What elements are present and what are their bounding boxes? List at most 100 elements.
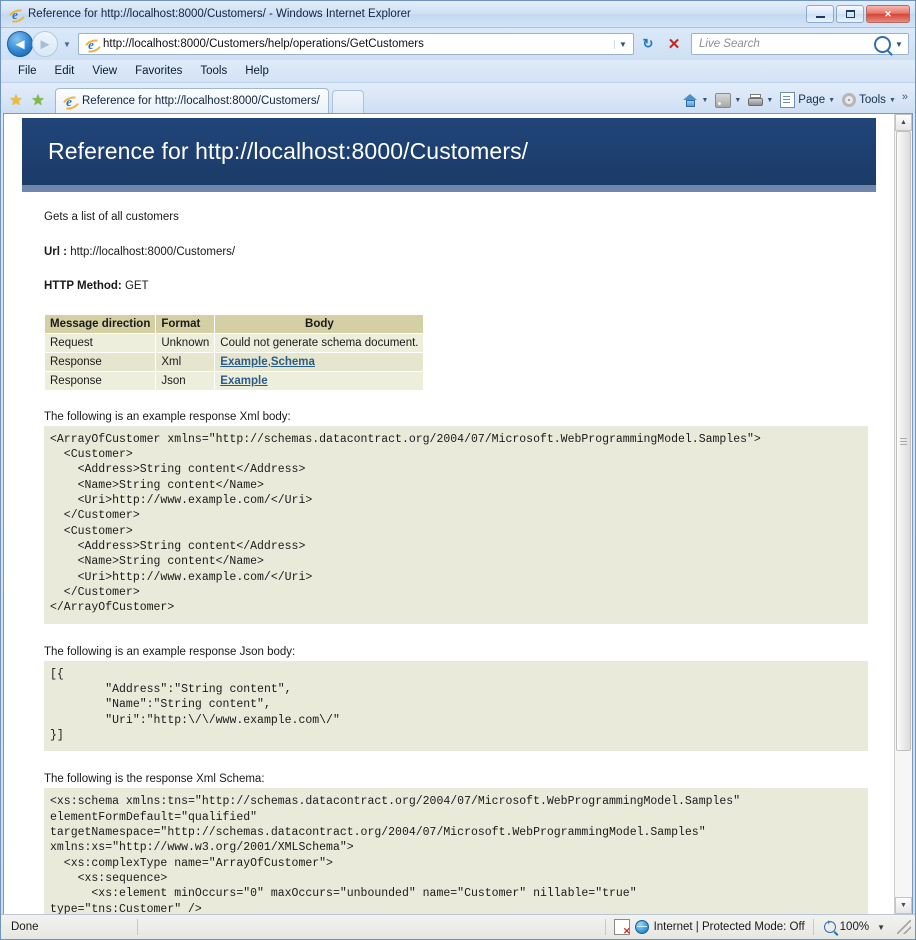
- window-title: Reference for http://localhost:8000/Cust…: [28, 8, 806, 20]
- chevron-down-icon[interactable]: ▼: [701, 97, 708, 104]
- search-icon[interactable]: [874, 36, 891, 53]
- cell-direction: Response: [45, 352, 156, 371]
- cell-body: Example: [215, 371, 424, 390]
- column-header-body: Body: [215, 314, 424, 333]
- table-row: Request Unknown Could not generate schem…: [45, 333, 424, 352]
- toolbar-overflow-icon[interactable]: »: [900, 91, 911, 109]
- window-controls: ✕: [806, 5, 913, 23]
- url-value: http://localhost:8000/Customers/: [70, 246, 235, 258]
- zoom-control[interactable]: 100% ▼: [814, 921, 893, 933]
- home-button[interactable]: ▼: [680, 92, 711, 109]
- cell-format: Xml: [156, 352, 215, 371]
- ie-logo-icon: e: [7, 6, 23, 22]
- xml-example-code-block: <ArrayOfCustomer xmlns="http://schemas.d…: [44, 426, 868, 624]
- resize-grip-icon[interactable]: [897, 920, 911, 934]
- tab-bar: ★ ★ e Reference for http://localhost:800…: [1, 83, 915, 113]
- status-text: Done: [5, 921, 137, 933]
- chevron-down-icon[interactable]: ▼: [766, 97, 773, 104]
- menu-item-favorites[interactable]: Favorites: [126, 62, 191, 80]
- minimize-button[interactable]: [806, 5, 834, 23]
- search-input[interactable]: Live Search: [695, 38, 874, 50]
- xml-schema-code-block: <xs:schema xmlns:tns="http://schemas.dat…: [44, 788, 868, 914]
- address-input[interactable]: http://localhost:8000/Customers/help/ope…: [103, 38, 614, 50]
- table-row: Response Xml Example,Schema: [45, 352, 424, 371]
- history-dropdown-icon[interactable]: ▼: [60, 40, 74, 49]
- star-icon: ★: [9, 93, 22, 108]
- stop-button[interactable]: ✕: [662, 33, 686, 55]
- cell-format: Json: [156, 371, 215, 390]
- menu-item-file[interactable]: File: [9, 62, 46, 80]
- security-zone-indicator[interactable]: Internet | Protected Mode: Off: [606, 919, 813, 935]
- page-viewport: Reference for http://localhost:8000/Cust…: [3, 113, 913, 914]
- page-icon: [780, 92, 795, 108]
- globe-icon: [635, 920, 649, 934]
- menu-item-help[interactable]: Help: [236, 62, 278, 80]
- link-json-example[interactable]: Example: [220, 375, 267, 387]
- xml-schema-label: The following is the response Xml Schema…: [44, 773, 868, 785]
- back-button[interactable]: ◄: [7, 31, 33, 57]
- rss-icon: [715, 93, 731, 108]
- home-icon: [683, 94, 698, 107]
- add-star-icon: ★: [31, 93, 44, 108]
- json-example-code-block: [{ "Address":"String content", "Name":"S…: [44, 661, 868, 752]
- search-box[interactable]: Live Search ▼: [691, 33, 909, 55]
- link-xml-example[interactable]: Example: [220, 356, 267, 368]
- banner-accent-strip: [22, 185, 876, 192]
- document-body: Reference for http://localhost:8000/Cust…: [4, 114, 894, 914]
- title-bar: e Reference for http://localhost:8000/Cu…: [1, 1, 915, 28]
- json-example-label: The following is an example response Jso…: [44, 646, 868, 658]
- printer-icon: [748, 94, 763, 107]
- tools-menu-button[interactable]: Tools ▼: [839, 91, 899, 109]
- menu-item-view[interactable]: View: [83, 62, 126, 80]
- page-menu-button[interactable]: Page ▼: [777, 90, 838, 110]
- scroll-down-button[interactable]: ▼: [895, 897, 912, 914]
- table-header-row: Message direction Format Body: [45, 314, 424, 333]
- scrollbar-track[interactable]: [895, 131, 912, 897]
- scroll-up-button[interactable]: ▲: [895, 114, 912, 131]
- security-zone-label: Internet | Protected Mode: Off: [654, 921, 805, 933]
- url-label: Url :: [44, 246, 67, 258]
- blocked-script-icon: [614, 919, 630, 935]
- maximize-button[interactable]: [836, 5, 864, 23]
- refresh-icon: ↻: [643, 36, 654, 52]
- column-header-message-direction: Message direction: [45, 314, 156, 333]
- http-method-row: HTTP Method: GET: [44, 279, 868, 295]
- favorites-center-button[interactable]: ★: [5, 87, 27, 113]
- menu-bar: File Edit View Favorites Tools Help: [1, 60, 915, 83]
- cell-format: Unknown: [156, 333, 215, 352]
- column-header-format: Format: [156, 314, 215, 333]
- chevron-down-icon[interactable]: ▼: [889, 97, 896, 104]
- menu-item-tools[interactable]: Tools: [191, 62, 236, 80]
- add-to-favorites-button[interactable]: ★: [27, 87, 49, 113]
- close-icon: ✕: [668, 35, 681, 53]
- tab-reference[interactable]: e Reference for http://localhost:8000/Cu…: [55, 88, 329, 113]
- chevron-down-icon[interactable]: ▼: [873, 923, 885, 932]
- cell-body: Example,Schema: [215, 352, 424, 371]
- chevron-down-icon[interactable]: ▼: [828, 97, 835, 104]
- table-row: Response Json Example: [45, 371, 424, 390]
- cell-direction: Response: [45, 371, 156, 390]
- menu-item-edit[interactable]: Edit: [46, 62, 84, 80]
- feeds-button[interactable]: ▼: [712, 91, 744, 110]
- page-content: Gets a list of all customers Url : http:…: [4, 192, 894, 914]
- link-xml-schema[interactable]: Schema: [271, 356, 315, 368]
- tab-label: Reference for http://localhost:8000/Cust…: [82, 95, 320, 107]
- scrollbar-thumb[interactable]: [896, 131, 911, 751]
- tools-menu-label: Tools: [859, 94, 886, 106]
- address-dropdown-icon[interactable]: ▼: [614, 40, 631, 49]
- ie-logo-icon: e: [83, 36, 99, 52]
- http-method-label: HTTP Method:: [44, 280, 122, 292]
- status-bar: Done Internet | Protected Mode: Off 100%…: [1, 914, 915, 939]
- refresh-button[interactable]: ↻: [636, 33, 660, 55]
- divider: [137, 919, 138, 935]
- chevron-down-icon[interactable]: ▼: [734, 97, 741, 104]
- print-button[interactable]: ▼: [745, 92, 776, 109]
- vertical-scrollbar[interactable]: ▲ ▼: [894, 114, 912, 914]
- cell-body: Could not generate schema document.: [215, 333, 424, 352]
- new-tab-button[interactable]: [332, 90, 364, 113]
- forward-button[interactable]: ►: [32, 31, 58, 57]
- close-button[interactable]: ✕: [866, 5, 910, 23]
- zoom-icon: [824, 921, 836, 933]
- address-bar[interactable]: e http://localhost:8000/Customers/help/o…: [78, 33, 634, 55]
- chevron-down-icon[interactable]: ▼: [893, 40, 905, 49]
